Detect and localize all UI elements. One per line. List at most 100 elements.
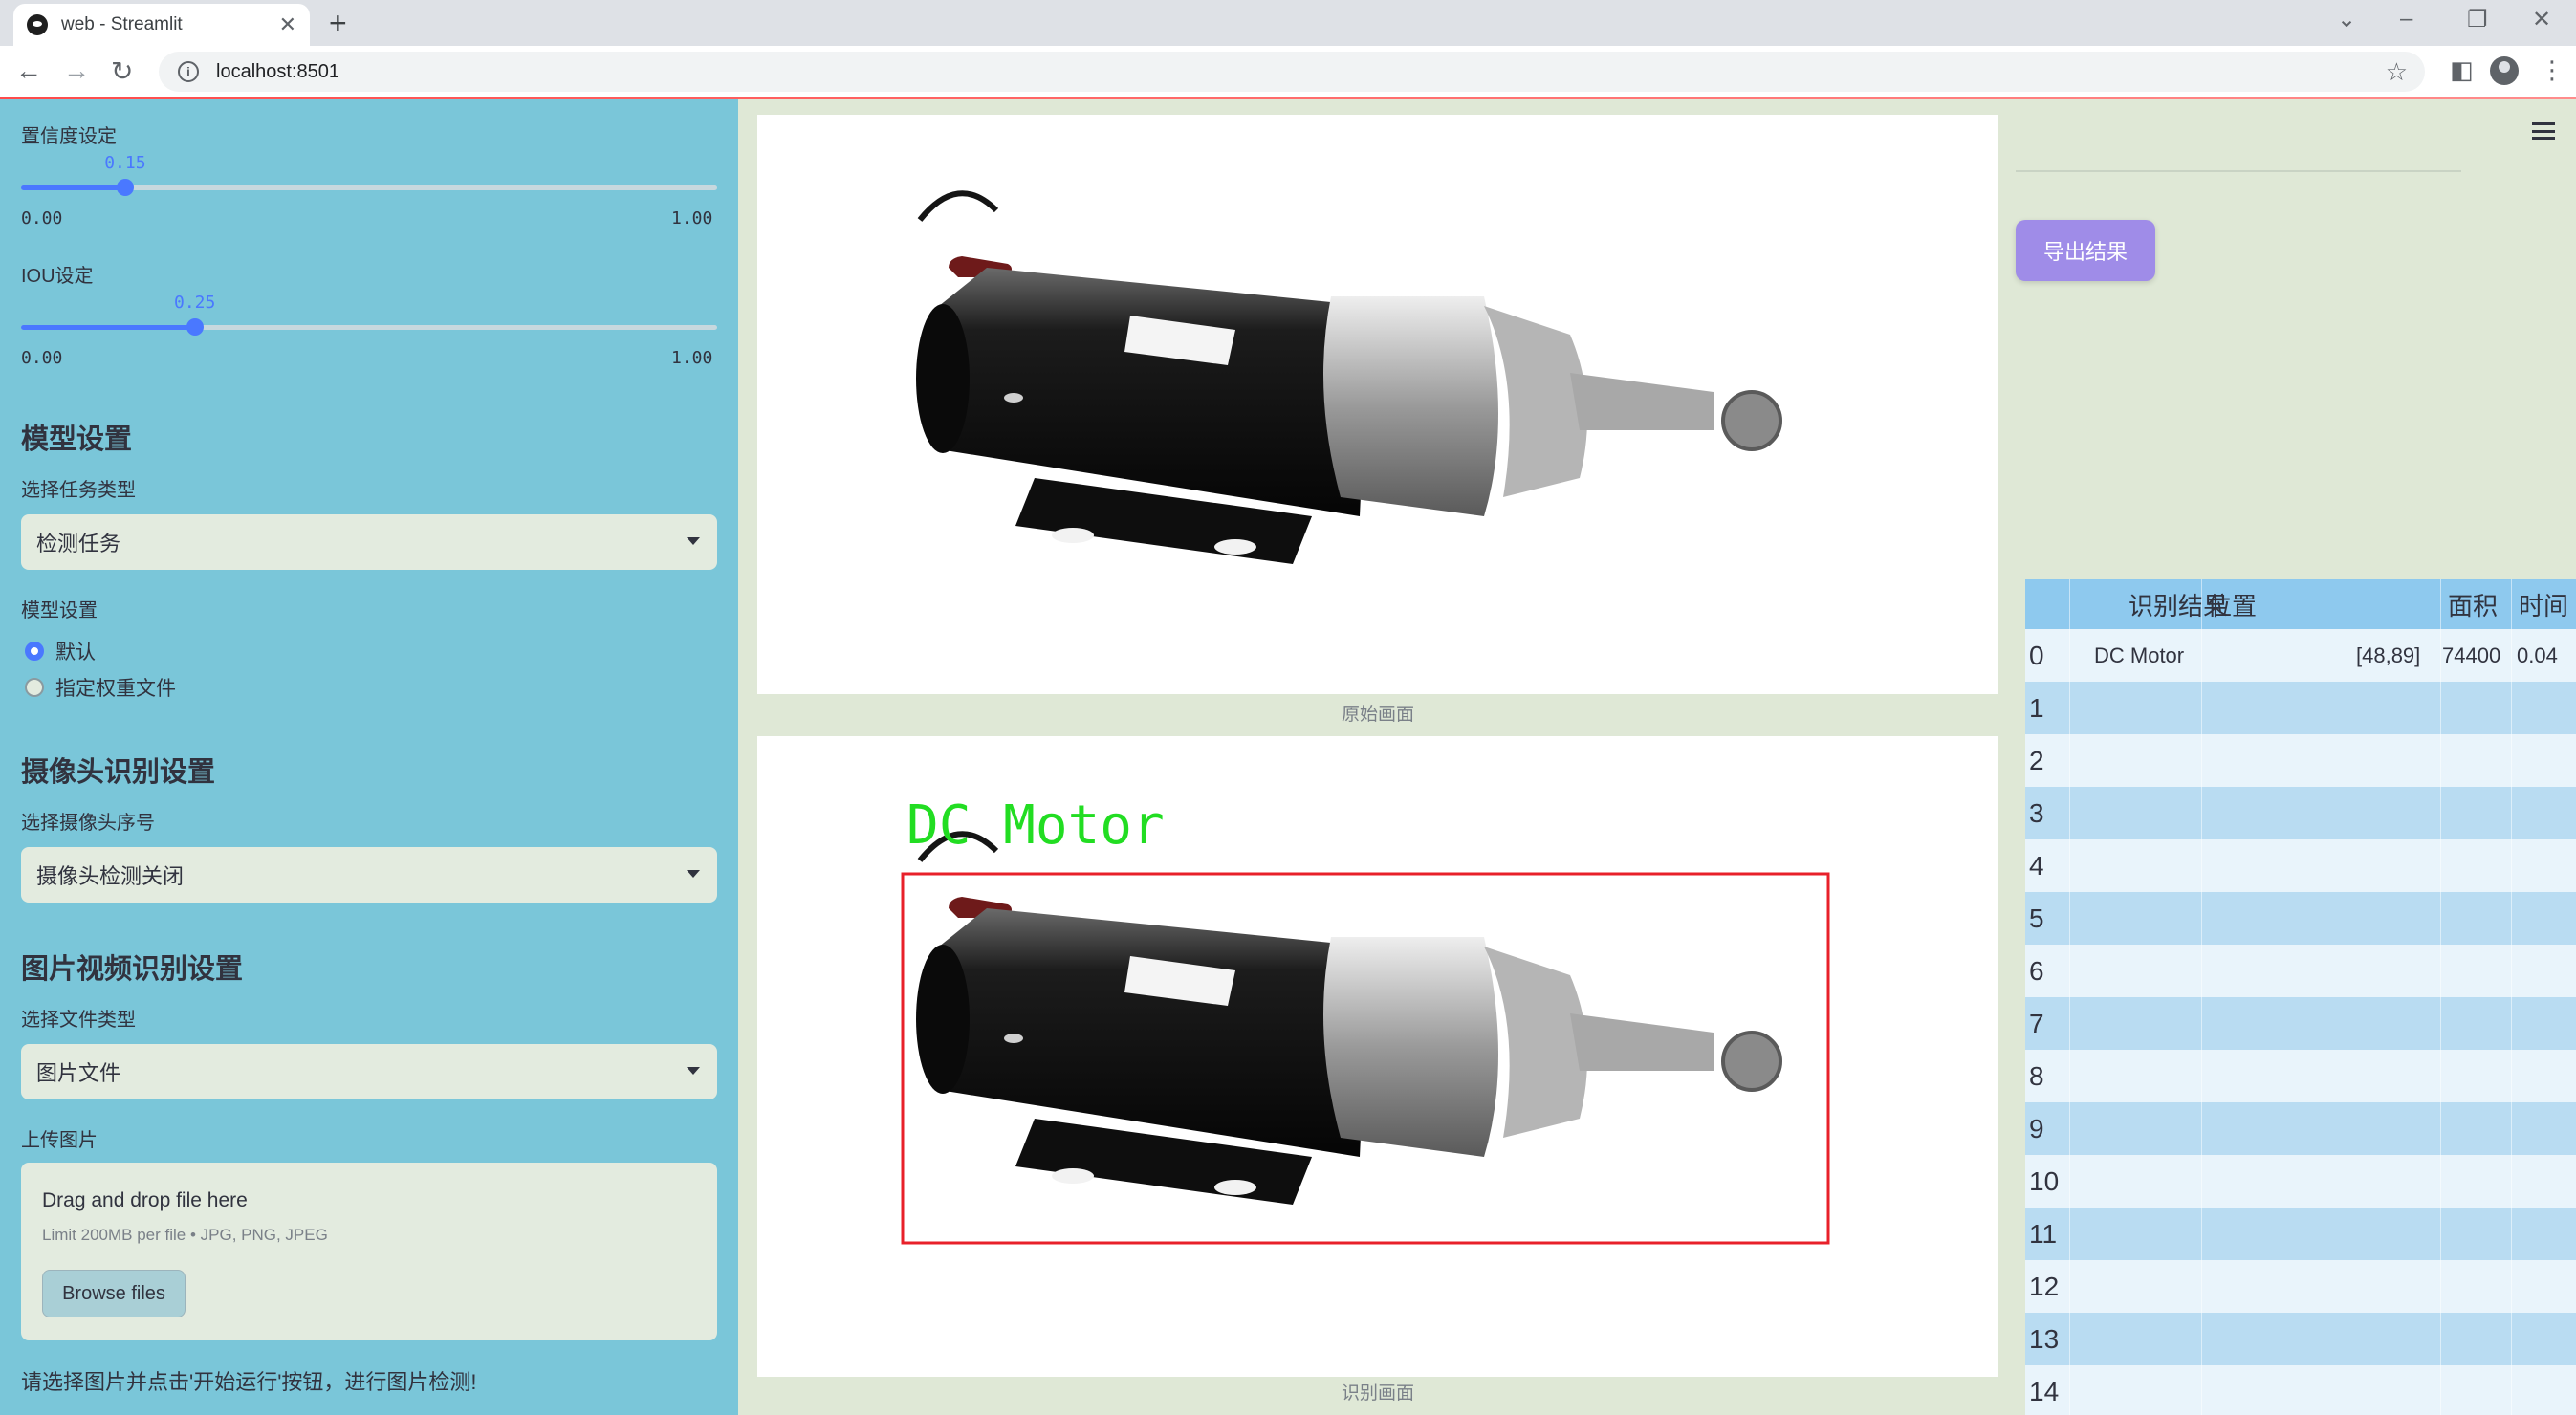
- table-row[interactable]: 13: [2025, 1313, 2576, 1365]
- cell-result: DC Motor: [2094, 642, 2185, 667]
- row-index: 5: [2029, 903, 2044, 933]
- model-settings-label: 模型设置: [21, 600, 98, 621]
- cell-time: [2517, 892, 2576, 945]
- table-row[interactable]: 10: [2025, 1155, 2576, 1208]
- column-header-position[interactable]: 位置: [2207, 579, 2446, 629]
- upload-label: 上传图片: [21, 1130, 98, 1151]
- dc-motor-detection-photo: DC Motor: [901, 795, 1830, 1245]
- cell-time: [2517, 734, 2576, 787]
- table-column-divider: [2440, 579, 2441, 1415]
- table-row[interactable]: 0 DC Motor [48,89] 74400 0.04: [2025, 629, 2576, 682]
- url-field[interactable]: i localhost:8501 ☆: [159, 52, 2425, 92]
- cell-time: [2517, 1102, 2576, 1155]
- table-row[interactable]: 4: [2025, 839, 2576, 892]
- iou-slider-fill: [21, 325, 195, 330]
- sidebar-hint: 请选择图片并点击'开始运行'按钮，进行图片检测!: [21, 1370, 477, 1394]
- cell-result: [2075, 839, 2314, 892]
- cell-result: [2075, 892, 2314, 945]
- table-row[interactable]: 3: [2025, 787, 2576, 839]
- back-icon[interactable]: ←: [15, 55, 42, 86]
- table-column-divider: [2201, 579, 2202, 1415]
- browser-tab-bar: web - Streamlit ✕ + ⌄ – ❐ ✕: [0, 0, 2576, 46]
- cell-time: [2517, 945, 2576, 997]
- table-row[interactable]: 9: [2025, 1102, 2576, 1155]
- site-info-icon[interactable]: i: [178, 61, 199, 82]
- radio-default-label: 默认: [55, 642, 96, 664]
- cell-result: [2075, 1050, 2314, 1102]
- confidence-slider[interactable]: [21, 179, 717, 196]
- table-row[interactable]: 11: [2025, 1208, 2576, 1260]
- cell-time: [2517, 997, 2576, 1050]
- iou-slider[interactable]: [21, 318, 717, 336]
- table-row[interactable]: 1: [2025, 682, 2576, 734]
- task-type-select[interactable]: 检测任务: [21, 514, 717, 570]
- chevron-down-icon: [687, 537, 700, 545]
- restore-icon[interactable]: ❐: [2467, 6, 2488, 33]
- file-type-value: 图片文件: [36, 1061, 121, 1085]
- bookmark-star-icon[interactable]: ☆: [2386, 57, 2408, 87]
- column-header-time[interactable]: 时间: [2519, 579, 2576, 629]
- streamlit-main-menu-icon[interactable]: [2532, 122, 2555, 140]
- table-row[interactable]: 14: [2025, 1365, 2576, 1415]
- tab-search-icon[interactable]: ⌄: [2337, 6, 2356, 33]
- cell-time: [2517, 1208, 2576, 1260]
- table-row[interactable]: 12: [2025, 1260, 2576, 1313]
- cell-time: [2517, 1313, 2576, 1365]
- model-section-heading: 模型设置: [21, 424, 133, 455]
- file-type-label: 选择文件类型: [21, 1010, 136, 1031]
- table-row[interactable]: 5: [2025, 892, 2576, 945]
- row-index: 13: [2029, 1323, 2060, 1354]
- task-type-value: 检测任务: [36, 532, 121, 555]
- address-bar: ← → ↻ i localhost:8501 ☆ ◧ ⋮: [0, 46, 2576, 98]
- camera-select[interactable]: 摄像头检测关闭: [21, 847, 717, 903]
- browser-tab[interactable]: web - Streamlit ✕: [13, 4, 310, 46]
- divider: [2016, 170, 2461, 172]
- browse-files-button[interactable]: Browse files: [42, 1270, 186, 1317]
- row-index: 14: [2029, 1376, 2060, 1406]
- chevron-down-icon: [687, 1067, 700, 1075]
- radio-default[interactable]: 默认: [25, 637, 96, 665]
- table-row[interactable]: 8: [2025, 1050, 2576, 1102]
- file-type-select[interactable]: 图片文件: [21, 1044, 717, 1099]
- confidence-label: 置信度设定: [21, 126, 117, 147]
- chevron-down-icon: [687, 870, 700, 878]
- cell-result: [2075, 945, 2314, 997]
- row-index: 12: [2029, 1271, 2060, 1301]
- cell-result: [2075, 787, 2314, 839]
- row-index: 8: [2029, 1060, 2044, 1091]
- dropzone-text: Drag and drop file here: [42, 1189, 248, 1211]
- confidence-max: 1.00: [671, 208, 713, 229]
- forward-icon[interactable]: →: [63, 55, 90, 86]
- task-type-label: 选择任务类型: [21, 480, 136, 501]
- table-row[interactable]: 7: [2025, 997, 2576, 1050]
- radio-selected-icon: [25, 642, 44, 661]
- radio-unselected-icon: [25, 678, 44, 697]
- iou-value: 0.25: [174, 293, 216, 313]
- close-window-icon[interactable]: ✕: [2532, 6, 2551, 33]
- iou-label: IOU设定: [21, 266, 94, 287]
- profile-avatar-icon[interactable]: [2490, 56, 2519, 85]
- result-image: DC Motor: [757, 736, 1998, 1377]
- detection-label: DC Motor: [906, 795, 1165, 857]
- radio-custom-weights[interactable]: 指定权重文件: [25, 673, 176, 702]
- row-index: 11: [2029, 1218, 2058, 1249]
- url-text: localhost:8501: [216, 60, 339, 82]
- tab-close-icon[interactable]: ✕: [279, 12, 296, 37]
- camera-section-heading: 摄像头识别设置: [21, 757, 216, 788]
- cell-result: [2075, 1102, 2314, 1155]
- confidence-slider-thumb[interactable]: [117, 179, 135, 196]
- table-row[interactable]: 2: [2025, 734, 2576, 787]
- camera-label: 选择摄像头序号: [21, 813, 155, 834]
- new-tab-icon[interactable]: +: [329, 6, 347, 41]
- reload-icon[interactable]: ↻: [111, 55, 133, 87]
- file-uploader-dropzone[interactable]: Drag and drop file here Limit 200MB per …: [21, 1163, 717, 1340]
- confidence-min: 0.00: [21, 208, 63, 229]
- side-panel-icon[interactable]: ◧: [2450, 55, 2474, 85]
- iou-max: 1.00: [671, 348, 713, 368]
- table-row[interactable]: 6: [2025, 945, 2576, 997]
- minimize-icon[interactable]: –: [2400, 6, 2412, 33]
- iou-slider-thumb[interactable]: [186, 318, 204, 336]
- export-results-button[interactable]: 导出结果: [2016, 220, 2155, 281]
- results-table[interactable]: 识别结果 位置 面积 时间 0 DC Motor [48,89] 74400 0.04 1…: [2025, 579, 2576, 1415]
- menu-dots-icon[interactable]: ⋮: [2540, 55, 2565, 85]
